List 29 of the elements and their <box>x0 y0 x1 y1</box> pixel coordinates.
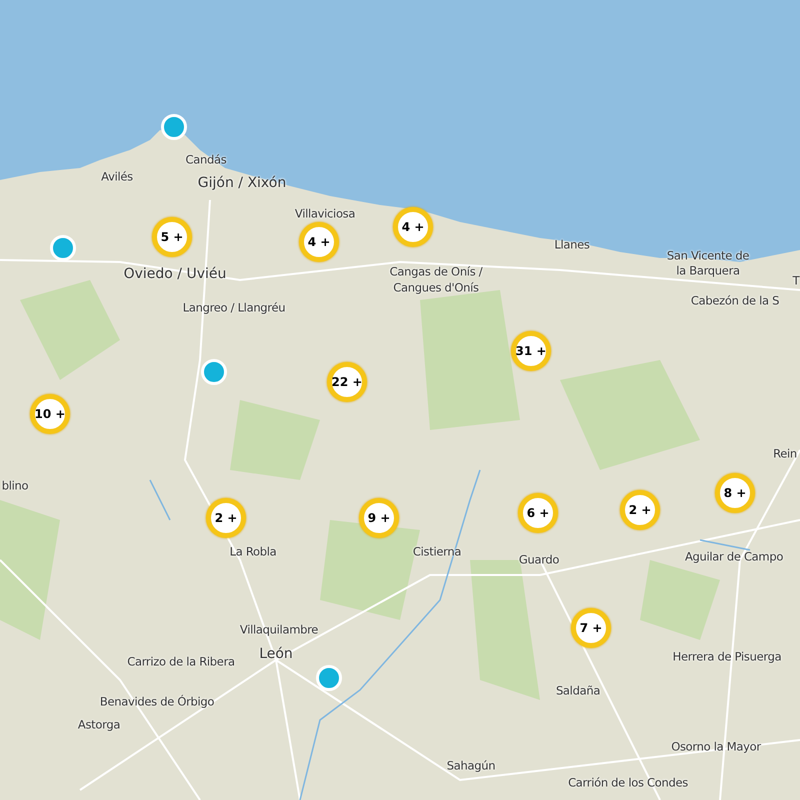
place-label: Guardo <box>518 554 560 566</box>
place-label: la Barquera <box>676 265 740 277</box>
place-label: Aguilar de Campo <box>684 551 784 563</box>
place-label: Herrera de Pisuerga <box>672 651 782 663</box>
place-label: Llanes <box>554 239 590 251</box>
place-label: Oviedo / Uviéu <box>124 267 226 281</box>
place-label: Astorga <box>78 719 120 731</box>
place-label: T <box>792 275 800 287</box>
place-label: Villaviciosa <box>294 208 356 220</box>
place-label: Cangas de Onís / <box>390 266 482 278</box>
place-label: blino <box>2 480 28 492</box>
place-label: Sahagún <box>446 760 496 772</box>
place-label: La Robla <box>230 546 276 558</box>
place-label: Osorno la Mayor <box>671 741 761 753</box>
place-label: Carrión de los Condes <box>568 777 688 789</box>
location-pin[interactable] <box>161 114 187 140</box>
place-label: Candás <box>186 154 226 166</box>
place-label: Cangues d'Onís <box>393 282 479 294</box>
place-label: Langreo / Llangréu <box>182 302 286 314</box>
place-label: Carrizo de la Ribera <box>127 656 235 668</box>
place-label: León <box>259 647 293 661</box>
place-label: Avilés <box>101 171 133 183</box>
place-label: Gijón / Xixón <box>198 176 286 190</box>
place-label: Benavides de Órbigo <box>100 696 214 708</box>
place-label: Saldaña <box>556 685 600 697</box>
place-label: Villaquilambre <box>240 624 318 636</box>
place-label: San Vicente de <box>666 250 750 262</box>
place-label: Rein <box>773 448 797 460</box>
place-label: Cabezón de la S <box>690 295 780 307</box>
